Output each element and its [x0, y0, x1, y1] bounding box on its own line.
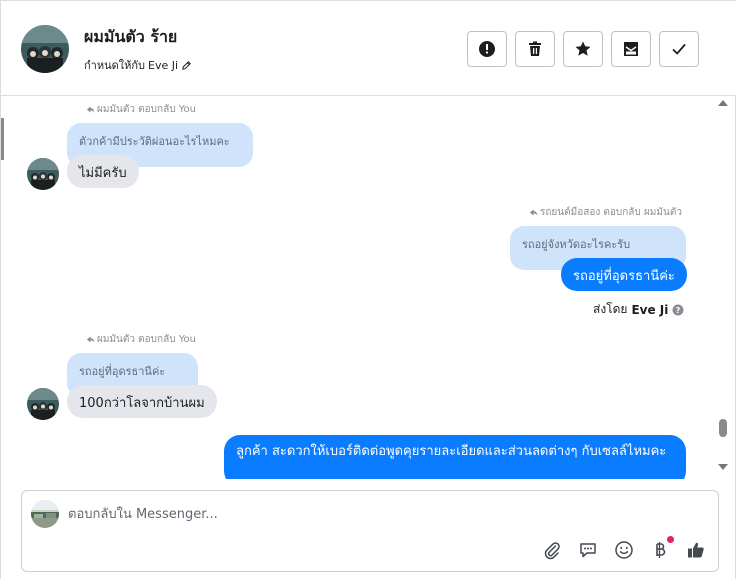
reply-note: ผมมันตัว ตอบกลับ You	[86, 332, 196, 347]
thumbs-up-icon	[688, 542, 704, 558]
sent-by-name: Eve Ji	[631, 302, 669, 317]
reply-arrow-icon	[86, 336, 95, 343]
reply-note-text: ผมมันตัว ตอบกลับ You	[97, 104, 196, 115]
sent-by-info: ส่งโดย Eve Ji ?	[593, 300, 684, 319]
mark-spam-button[interactable]	[467, 31, 507, 67]
reply-note-text: รถยนต์มือสอง ตอบกลับ ผมมันตัว	[540, 207, 682, 218]
reply-note-text: ผมมันตัว ตอบกลับ You	[97, 334, 196, 345]
outgoing-message[interactable]: รถอยู่ที่อุดรธานีค่ะ	[561, 258, 687, 291]
paperclip-icon	[544, 542, 560, 560]
help-icon[interactable]: ?	[672, 304, 684, 316]
reply-arrow-icon	[529, 209, 538, 216]
reply-note: ผมมันตัว ตอบกลับ You	[86, 102, 196, 117]
scroll-thumb[interactable]	[719, 419, 727, 437]
contact-name: ผมมันตัว ร้าย	[84, 27, 178, 46]
trash-icon	[529, 41, 541, 56]
incoming-message[interactable]: ไม่มีครับ	[67, 155, 139, 188]
outgoing-message[interactable]: ลูกค้า สะดวกให้เบอร์ติดต่อพูดคุยรายละเอี…	[224, 435, 686, 479]
emoji-button[interactable]	[612, 538, 636, 562]
scroll-up-icon[interactable]	[718, 100, 728, 106]
like-button[interactable]	[684, 538, 708, 562]
reply-composer	[21, 490, 719, 572]
sent-by-label: ส่งโดย	[593, 302, 628, 316]
exclamation-octagon-icon	[479, 41, 495, 57]
left-scroll-thumb[interactable]	[1, 118, 4, 160]
chat-bubble-icon	[580, 543, 596, 558]
sender-avatar[interactable]	[27, 158, 59, 190]
message-thread[interactable]: ผมมันตัว ตอบกลับ You ตัวกค้ามีประวัติผ่อ…	[1, 97, 713, 479]
conversation-header: ผมมันตัว ร้าย กำหนดให้กับ Eve Ji	[1, 1, 736, 96]
reply-arrow-icon	[86, 106, 95, 113]
conversation-panel: ผมมันตัว ร้าย กำหนดให้กับ Eve Ji ผมมันตั…	[0, 0, 736, 579]
delete-button[interactable]	[515, 31, 555, 67]
assignment-info[interactable]: กำหนดให้กับ Eve Ji	[84, 56, 192, 74]
smiley-icon	[615, 541, 633, 559]
attach-button[interactable]	[540, 538, 564, 562]
scroll-down-icon[interactable]	[718, 464, 728, 470]
mark-unread-button[interactable]	[611, 31, 651, 67]
saved-replies-button[interactable]	[576, 538, 600, 562]
reply-note: รถยนต์มือสอง ตอบกลับ ผมมันตัว	[529, 205, 682, 220]
conversation-actions	[467, 31, 699, 67]
assigned-to: Eve Ji	[148, 58, 179, 72]
star-icon	[575, 41, 591, 56]
incoming-message[interactable]: 100กว่าโลจากบ้านผม	[67, 385, 217, 418]
check-icon	[672, 43, 686, 55]
svg-text:?: ?	[676, 306, 681, 315]
assigned-label: กำหนดให้กับ	[84, 59, 146, 72]
pencil-icon[interactable]	[181, 60, 192, 71]
reply-input[interactable]	[68, 501, 668, 527]
notification-dot	[667, 536, 674, 543]
star-button[interactable]	[563, 31, 603, 67]
contact-avatar[interactable]	[21, 25, 69, 73]
envelope-icon	[624, 42, 638, 56]
sender-avatar[interactable]	[27, 388, 59, 420]
mark-done-button[interactable]	[659, 31, 699, 67]
baht-icon	[656, 542, 666, 558]
page-avatar	[31, 500, 59, 528]
